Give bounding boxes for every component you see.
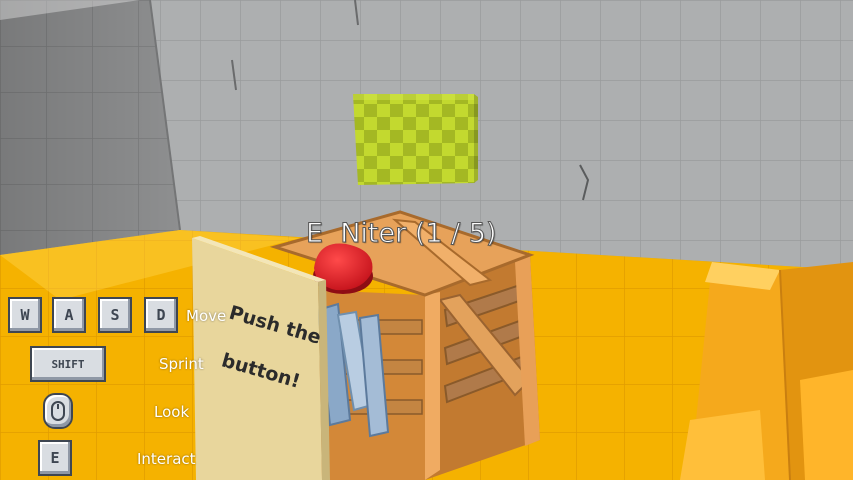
interact-label: Interact [137,450,196,468]
key-d-label: D [156,306,166,324]
left-wall [0,0,180,255]
key-shift-label: SHIFT [51,357,85,371]
move-label: Move [186,307,227,325]
key-e-label: E [50,449,60,467]
key-d: D [144,297,178,333]
key-e: E [38,440,72,476]
key-w: W [8,297,42,333]
key-a-label: A [64,306,74,324]
mouse-icon [43,393,73,429]
prompt-key: E [305,218,324,250]
key-s-label: S [110,306,120,324]
target-cube[interactable] [353,94,478,185]
look-label: Look [154,403,190,421]
key-w-label: W [20,306,30,324]
key-s: S [98,297,132,333]
prompt-item-name: Niter [340,218,407,250]
prompt-count: (1 / 5) [414,218,497,250]
key-a: A [52,297,86,333]
interaction-prompt: E Niter (1 / 5) [305,218,566,258]
sprint-label: Sprint [159,355,204,373]
mouse-glyph-icon [51,401,65,421]
key-shift: SHIFT [30,346,106,382]
